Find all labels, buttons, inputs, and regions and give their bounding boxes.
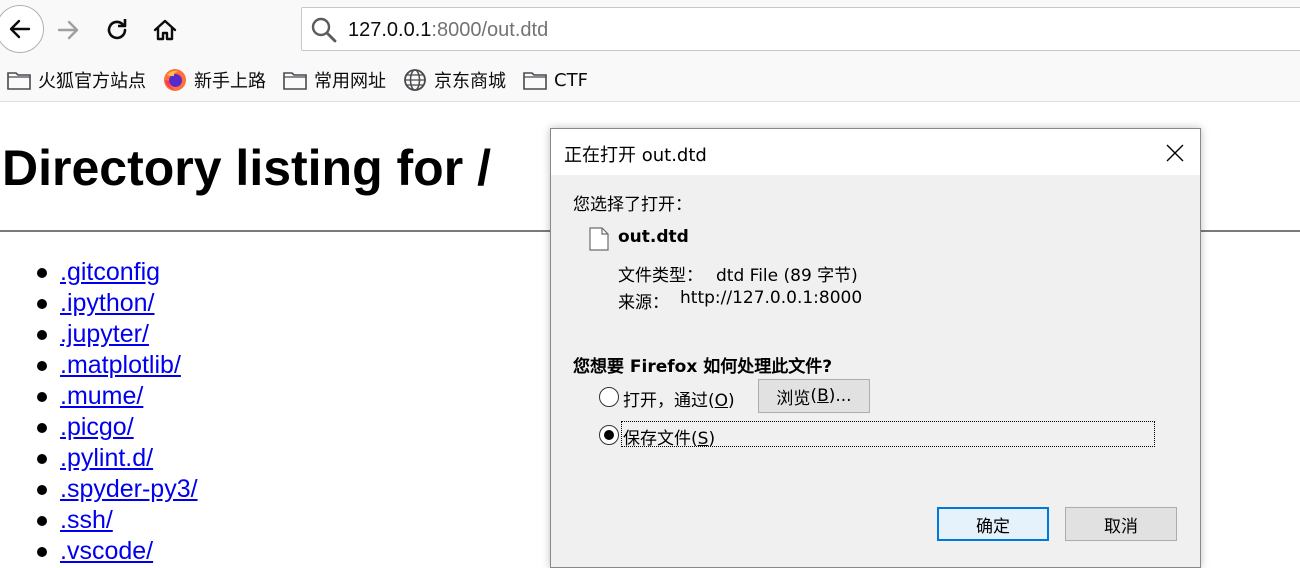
bullet [37, 516, 47, 526]
radio-selected-dot [604, 430, 614, 440]
list-item: .ipython/ [0, 288, 198, 319]
close-icon [1166, 144, 1184, 162]
bullet [37, 485, 47, 495]
bookmark-label: 常用网址 [314, 71, 386, 92]
url-host: 127.0.0.1 [348, 19, 432, 41]
open-file-dialog: 正在打开 out.dtd 您选择了打开： out.dtd 文件类型： dtd F… [550, 128, 1201, 568]
list-item: .matplotlib/ [0, 350, 198, 381]
accel-paren: )... [828, 386, 852, 406]
directory-list: .gitconfig .ipython/ .jupyter/ .matplotl… [0, 257, 198, 567]
directory-link[interactable]: .spyder-py3/ [60, 475, 198, 503]
cancel-button[interactable]: 取消 [1065, 507, 1177, 541]
folder-icon [6, 68, 32, 92]
bullet [37, 423, 47, 433]
address-bar[interactable]: 127.0.0.1:8000/out.dtd [301, 7, 1300, 51]
file-type-label: 文件类型： [618, 266, 703, 286]
accel-paren: ( [691, 429, 698, 449]
browser-toolbar: 127.0.0.1:8000/out.dtd [0, 0, 1300, 58]
list-item: .picgo/ [0, 412, 198, 443]
list-item: .jupyter/ [0, 319, 198, 350]
list-item: .spyder-py3/ [0, 474, 198, 505]
handling-question: 您想要 Firefox 如何处理此文件? [573, 357, 833, 377]
open-with-label[interactable]: 打开，通过(O) [623, 386, 735, 411]
folder-icon [522, 68, 548, 92]
globe-icon [402, 68, 428, 92]
url-path: :8000/out.dtd [431, 19, 549, 41]
bookmarks-bar: 火狐官方站点 新手上路 常用网址 京东商城 CTF [0, 58, 1300, 102]
reload-icon [107, 19, 127, 40]
directory-link[interactable]: .matplotlib/ [60, 351, 181, 379]
ok-button[interactable]: 确定 [937, 507, 1049, 541]
bullet [37, 547, 47, 557]
back-button[interactable] [0, 5, 44, 53]
dialog-title: 正在打开 out.dtd [564, 145, 707, 166]
bookmark-ctf[interactable]: CTF [522, 66, 588, 94]
accel-paren: ( [708, 391, 715, 411]
dialog-close-button[interactable] [1161, 139, 1189, 167]
file-source-value: http://127.0.0.1:8000 [680, 288, 863, 308]
directory-link[interactable]: .jupyter/ [60, 320, 149, 348]
bookmark-label: 火狐官方站点 [38, 71, 146, 92]
bullet [37, 299, 47, 309]
firefox-icon [162, 68, 188, 92]
file-name: out.dtd [618, 227, 689, 247]
home-button[interactable] [149, 14, 181, 46]
bookmark-firefox-official[interactable]: 火狐官方站点 [6, 66, 146, 94]
folder-icon [282, 68, 308, 92]
search-icon [311, 17, 337, 43]
bookmark-common-sites[interactable]: 常用网址 [282, 66, 386, 94]
accel-key: B [817, 386, 829, 406]
list-item: .mume/ [0, 381, 198, 412]
bookmark-label: CTF [554, 69, 588, 91]
arrow-left-icon [9, 19, 31, 39]
bookmark-label: 新手上路 [194, 71, 266, 92]
accel-paren: ) [728, 391, 735, 411]
url-text[interactable]: 127.0.0.1:8000/out.dtd [348, 18, 548, 42]
bullet [37, 361, 47, 371]
list-item: .pylint.d/ [0, 443, 198, 474]
arrow-right-icon [57, 20, 79, 40]
reload-button[interactable] [101, 14, 133, 46]
list-item: .gitconfig [0, 257, 198, 288]
bookmark-jd-mall[interactable]: 京东商城 [402, 66, 506, 94]
file-icon [589, 227, 609, 251]
file-type-value: dtd File (89 字节) [716, 266, 858, 286]
save-file-label[interactable]: 保存文件(S) [623, 424, 715, 449]
accel-paren: ) [708, 429, 716, 449]
directory-link[interactable]: .ipython/ [60, 289, 155, 317]
browse-button[interactable]: 浏览(B)... [758, 379, 870, 413]
dialog-intro: 您选择了打开： [573, 195, 692, 215]
open-with-radio[interactable] [599, 387, 619, 407]
list-item: .vscode/ [0, 536, 198, 567]
forward-button[interactable] [52, 14, 84, 46]
list-item: .ssh/ [0, 505, 198, 536]
accel-paren: ( [810, 386, 818, 406]
directory-link[interactable]: .ssh/ [60, 506, 113, 534]
directory-link[interactable]: .pylint.d/ [60, 444, 153, 472]
save-file-text: 保存文件 [623, 429, 691, 449]
browse-text: 浏览 [776, 388, 811, 409]
directory-link[interactable]: .mume/ [60, 382, 143, 410]
accel-key: O [714, 391, 729, 411]
accel-key: S [697, 429, 709, 449]
file-source-label: 来源： [618, 293, 669, 313]
bullet [37, 392, 47, 402]
home-icon [153, 19, 177, 41]
directory-link[interactable]: .picgo/ [60, 413, 134, 441]
dialog-titlebar[interactable]: 正在打开 out.dtd [551, 129, 1200, 175]
page-title: Directory listing for / [2, 140, 491, 196]
bookmark-getting-started[interactable]: 新手上路 [162, 66, 266, 94]
bookmark-label: 京东商城 [434, 71, 506, 92]
bullet [37, 268, 47, 278]
bullet [37, 454, 47, 464]
bullet [37, 330, 47, 340]
save-file-radio[interactable] [599, 425, 619, 445]
directory-link[interactable]: .gitconfig [60, 258, 160, 286]
open-with-text: 打开，通过 [623, 391, 708, 411]
directory-link[interactable]: .vscode/ [60, 537, 153, 565]
